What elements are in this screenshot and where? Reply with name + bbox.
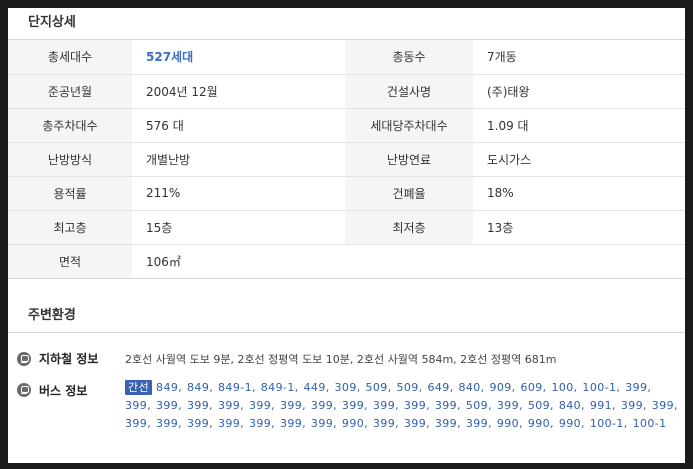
heating-method-value: 개별난방 — [132, 142, 345, 177]
floor-area-ratio-value: 211% — [132, 176, 345, 211]
table-row: 최고층 15층 최저층 13층 — [8, 210, 685, 245]
building-coverage-label: 건폐율 — [345, 176, 473, 211]
bus-route-list[interactable]: 849, 849, 849-1, 849-1, 449, 309, 509, 5… — [125, 381, 678, 430]
environment-section-title: 주변환경 — [8, 301, 685, 333]
area-value: 106㎡ — [132, 244, 345, 279]
total-buildings-label: 총동수 — [345, 40, 473, 75]
subway-icon — [17, 351, 31, 366]
bus-icon — [17, 382, 31, 397]
total-parking-value: 576 대 — [132, 108, 345, 143]
empty-cell — [345, 244, 473, 279]
detail-panel: 단지상세 총세대수 527세대 총동수 7개동 준공년월 2004년 12월 건… — [8, 8, 685, 463]
floor-area-ratio-label: 용적률 — [8, 176, 132, 211]
building-coverage-value: 18% — [473, 176, 685, 211]
bus-info-label: 버스 정보 — [39, 383, 88, 398]
table-row: 용적률 211% 건폐율 18% — [8, 176, 685, 211]
complex-section-title: 단지상세 — [8, 8, 685, 40]
completion-date-value: 2004년 12월 — [132, 74, 345, 109]
min-floor-label: 최저층 — [345, 210, 473, 245]
parking-per-household-label: 세대당주차대수 — [345, 108, 473, 143]
builder-label: 건설사명 — [345, 74, 473, 109]
table-row: 면적 106㎡ — [8, 244, 685, 279]
subway-info-row: 지하철 정보 2호선 사월역 도보 9분, 2호선 정평역 도보 10분, 2호… — [8, 343, 685, 375]
table-row: 준공년월 2004년 12월 건설사명 (주)태왕 — [8, 74, 685, 109]
heating-fuel-value: 도시가스 — [473, 142, 685, 177]
subway-info-value: 2호선 사월역 도보 9분, 2호선 정평역 도보 10분, 2호선 사월역 5… — [125, 352, 557, 366]
table-row: 난방방식 개별난방 난방연료 도시가스 — [8, 142, 685, 177]
total-parking-label: 총주차대수 — [8, 108, 132, 143]
heating-method-label: 난방방식 — [8, 142, 132, 177]
complex-info-table: 총세대수 527세대 총동수 7개동 준공년월 2004년 12월 건설사명 (… — [8, 40, 685, 279]
bus-info-row: 버스 정보 간선 849, 849, 849-1, 849-1, 449, 309… — [8, 379, 685, 433]
max-floor-label: 최고층 — [8, 210, 132, 245]
builder-value: (주)태왕 — [473, 74, 685, 109]
table-row: 총주차대수 576 대 세대당주차대수 1.09 대 — [8, 108, 685, 143]
total-buildings-value: 7개동 — [473, 40, 685, 75]
bus-type-badge: 간선 — [125, 379, 153, 395]
empty-cell — [473, 244, 685, 279]
parking-per-household-value: 1.09 대 — [473, 108, 685, 143]
environment-list: 지하철 정보 2호선 사월역 도보 9분, 2호선 정평역 도보 10분, 2호… — [8, 333, 685, 433]
subway-info-label: 지하철 정보 — [39, 352, 99, 366]
heating-fuel-label: 난방연료 — [345, 142, 473, 177]
max-floor-value: 15층 — [132, 210, 345, 245]
table-row: 총세대수 527세대 총동수 7개동 — [8, 40, 685, 75]
total-households-value[interactable]: 527세대 — [132, 40, 345, 75]
total-households-label: 총세대수 — [8, 40, 132, 75]
bus-routes: 간선 849, 849, 849-1, 849-1, 449, 309, 509,… — [125, 379, 680, 433]
completion-date-label: 준공년월 — [8, 74, 132, 109]
min-floor-value: 13층 — [473, 210, 685, 245]
area-label: 면적 — [8, 244, 132, 279]
